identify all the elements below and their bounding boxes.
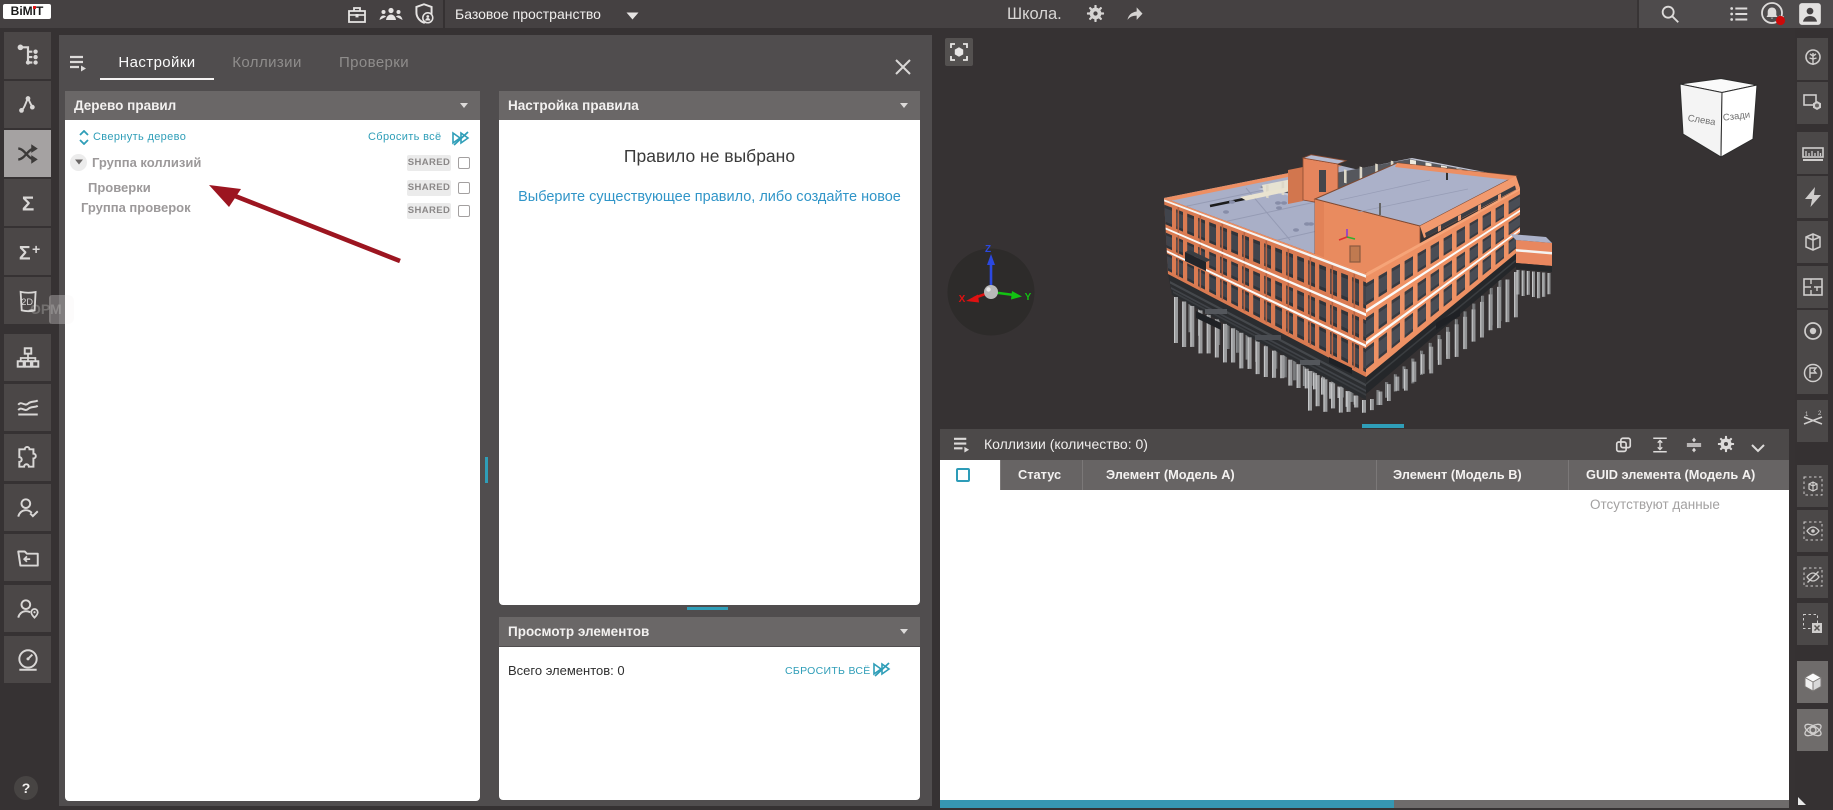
svg-text:1: 1 (1805, 412, 1809, 418)
svg-text:Y: Y (1025, 292, 1032, 303)
svg-text:2: 2 (1818, 411, 1822, 417)
svg-text:Σ: Σ (21, 192, 33, 215)
svg-text:X: X (959, 294, 966, 305)
svg-text:+: + (32, 241, 40, 257)
svg-text:Z: Z (985, 244, 991, 255)
svg-text:Σ: Σ (18, 242, 30, 264)
